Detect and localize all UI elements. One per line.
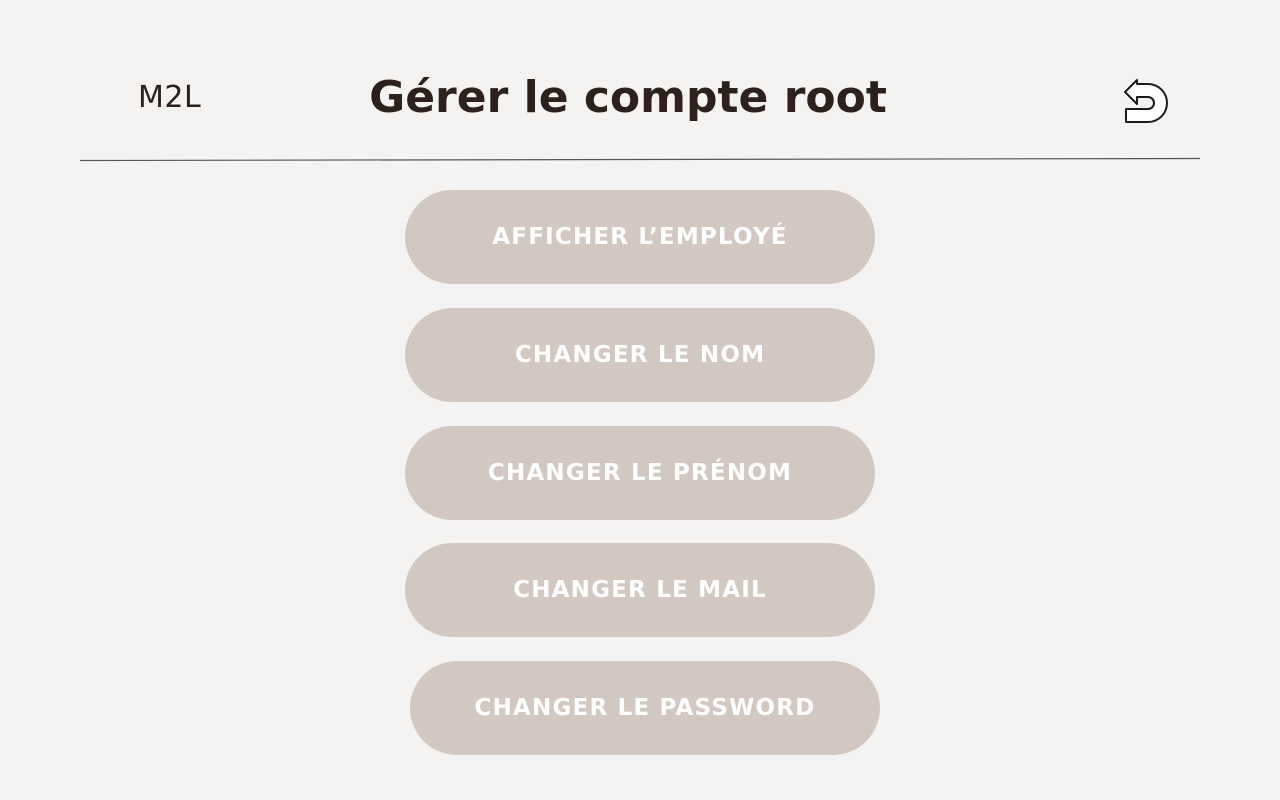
change-password-button[interactable]: CHANGER LE PASSWORD — [410, 661, 880, 755]
change-mail-button[interactable]: CHANGER LE MAIL — [405, 543, 875, 637]
show-employee-button[interactable]: AFFICHER L’EMPLOYÉ — [405, 190, 875, 284]
logo: M2L — [138, 80, 202, 115]
change-firstname-button[interactable]: CHANGER LE PRÉNOM — [405, 426, 875, 520]
change-name-button[interactable]: CHANGER LE NOM — [405, 308, 875, 402]
back-arrow-icon — [1124, 79, 1168, 123]
page-title: Gérer le compte root — [369, 72, 887, 123]
back-button[interactable] — [1118, 76, 1172, 130]
